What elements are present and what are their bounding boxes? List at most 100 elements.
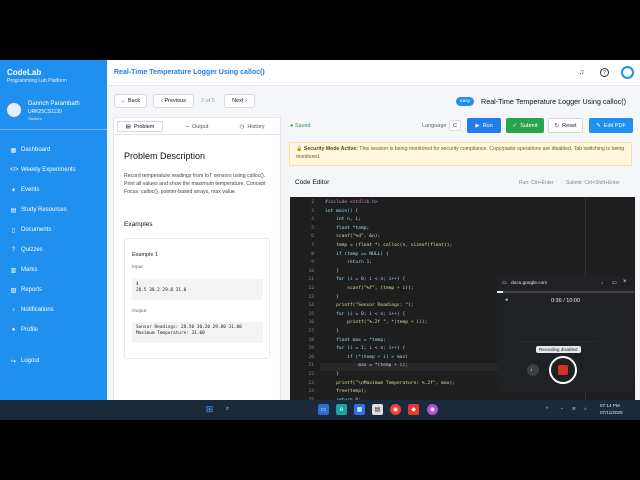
line-number: 6 (311, 234, 314, 240)
sidebar-item-events[interactable]: ✦ Events (0, 180, 107, 200)
edge-icon[interactable]: e (336, 404, 347, 415)
previous-button[interactable]: ‹ Previous (153, 94, 194, 108)
tab-history[interactable]: ◷ History (229, 121, 275, 132)
logout-label: Logout (21, 358, 40, 364)
alert-title: Security Mode Active: (303, 146, 358, 152)
language-label: Language (422, 123, 447, 129)
code-line: } (325, 329, 339, 334)
back-button[interactable]: ← Back (114, 94, 147, 108)
tab-icon: ▭ (612, 280, 617, 286)
code-line: temp = (float *) calloc(n, sizeof(float)… (325, 243, 453, 248)
recorder-progress (497, 291, 634, 293)
problem-heading: Real-Time Temperature Logger Using callo… (481, 97, 627, 106)
line-number: 4 (311, 217, 314, 223)
line-number: 24 (308, 389, 314, 395)
sidebar-item-marks[interactable]: ▥ Marks (0, 260, 107, 280)
line-number: 21 (308, 363, 314, 369)
book-icon: ▤ (10, 207, 17, 214)
sidebar-item-dashboard[interactable]: ▦ Dashboard (0, 140, 107, 160)
submit-shortcut-hint: Submit: Ctrl+Shift+Enter (566, 180, 620, 186)
editor-title: Code Editor (295, 179, 330, 186)
microphone-button[interactable]: ♩ (527, 364, 539, 376)
sidebar: CodeLab Programming Lab Platform Danrich… (0, 60, 107, 420)
search-icon[interactable]: ⌕ (222, 404, 233, 415)
sidebar-item-label: Study Resources (21, 207, 67, 213)
sidebar-item-quizzes[interactable]: ? Quizzes (0, 240, 107, 260)
sidebar-item-notifications[interactable]: ♪ Notifications (0, 300, 107, 320)
mic-icon: ♩ (601, 280, 606, 286)
cast-icon: ▭ (502, 280, 507, 286)
taskbar: ⊞ ⌕ ▭ e ▦ ▤ ◉ ◆ ◉ ^ ◔ ≋ ♪ 07:14 PM 07/11… (0, 400, 640, 420)
sidebar-item-weekly-experiments[interactable]: </> Weekly Experiments (0, 160, 107, 180)
edit-pdf-button[interactable]: ✎ Edit PDF (589, 118, 633, 133)
tray-chevron-icon[interactable]: ^ (546, 406, 548, 411)
file-explorer-icon[interactable]: ▭ (318, 404, 329, 415)
code-line: if (*(temp + i) > max) (325, 354, 408, 360)
clock-time[interactable]: 07:14 PM (600, 403, 620, 408)
problem-description: Record temperature readings from IoT sen… (124, 173, 266, 195)
submit-label: Submit (520, 122, 538, 129)
chrome-icon[interactable]: ◉ (390, 404, 401, 415)
sidebar-item-label: Notifications (21, 307, 54, 313)
line-gutter: 2345678910111213141516171819202122232425… (290, 197, 320, 420)
logout-button[interactable]: ↪ Logout (0, 351, 107, 371)
example-input-label: Input (132, 265, 143, 270)
help-icon[interactable]: ? (600, 68, 609, 77)
profile-avatar-button[interactable] (621, 66, 634, 79)
play-icon: ▶ (475, 122, 480, 129)
notification-app-icon[interactable]: ◉ (427, 404, 438, 415)
tab-label: History (247, 123, 265, 130)
next-button[interactable]: Next › (224, 94, 255, 108)
sidebar-item-reports[interactable]: ▧ Reports (0, 280, 107, 300)
recorder-url: docs.google.com (511, 281, 548, 286)
sidebar-item-documents[interactable]: ▯ Documents (0, 220, 107, 240)
line-number: 8 (311, 251, 314, 257)
reset-button[interactable]: ↻ Reset (548, 118, 583, 133)
run-button[interactable]: ▶ Run (467, 118, 501, 133)
language-select[interactable]: C (449, 120, 461, 131)
bell-icon[interactable]: ♫ (577, 68, 586, 77)
sidebar-item-study-resources[interactable]: ▤ Study Resources (0, 200, 107, 220)
wifi-icon[interactable]: ≋ (572, 406, 576, 412)
notepad-icon[interactable]: ▤ (372, 404, 383, 415)
tab-label: Output (191, 123, 209, 130)
sidebar-divider (0, 129, 107, 130)
windows-start-icon[interactable]: ⊞ (204, 404, 215, 415)
code-line: if (temp == NULL) { (325, 251, 389, 257)
store-icon[interactable]: ▦ (354, 404, 365, 415)
brand: CodeLab Programming Lab Platform (0, 60, 107, 92)
code-line: #include <stdlib.h> (325, 200, 378, 205)
code-line: printf("\nMaximum Temperature: %.2f", ma… (325, 380, 455, 386)
user-id: URK25CS1139 (28, 109, 62, 115)
volume-icon[interactable]: ♪ (584, 406, 586, 411)
submit-button[interactable]: ✓ Submit (506, 118, 544, 133)
line-number: 13 (308, 294, 314, 300)
code-line: int main() { (325, 208, 359, 214)
sidebar-item-profile[interactable]: ● Profile (0, 320, 107, 340)
clock-date[interactable]: 07/11/2025 (600, 410, 623, 415)
app-icon[interactable]: ◆ (408, 404, 419, 415)
sidebar-item-label: Profile (21, 327, 39, 333)
mic-icon: ♩ (530, 367, 536, 373)
line-number: 23 (308, 380, 314, 386)
user-card: Danrich Parambath URK25CS1139 Student (7, 98, 103, 126)
bell-icon: ♪ (12, 307, 15, 313)
example-card: Example 1 Input 4 28.5 30.2 29.8 31.0 Ou… (124, 238, 270, 359)
tab-output[interactable]: ⌁ Output (174, 121, 220, 132)
line-number: 11 (308, 277, 314, 283)
check-icon: ● (290, 123, 294, 129)
close-icon[interactable]: × (623, 279, 627, 285)
line-number: 15 (308, 311, 314, 317)
recorder-panel: ▭ docs.google.com ♩ ▭ × ◂ 0:36 / 10:00 ·… (497, 276, 634, 392)
sidebar-item-label: Events (21, 187, 40, 193)
code-line: scanf("%f", (temp + i)); (325, 286, 414, 291)
line-number: 20 (308, 354, 314, 360)
line-number: 22 (308, 372, 314, 377)
sidebar-item-label: Reports (21, 287, 43, 293)
document-icon: ▯ (11, 227, 16, 234)
network-icon[interactable]: ◔ (560, 406, 563, 411)
code-line: scanf("%d", &n); (325, 234, 381, 240)
code-line: return 1; (325, 260, 373, 266)
stop-recording-button[interactable] (549, 356, 577, 384)
tab-problem[interactable]: ▤ Problem (117, 121, 163, 132)
